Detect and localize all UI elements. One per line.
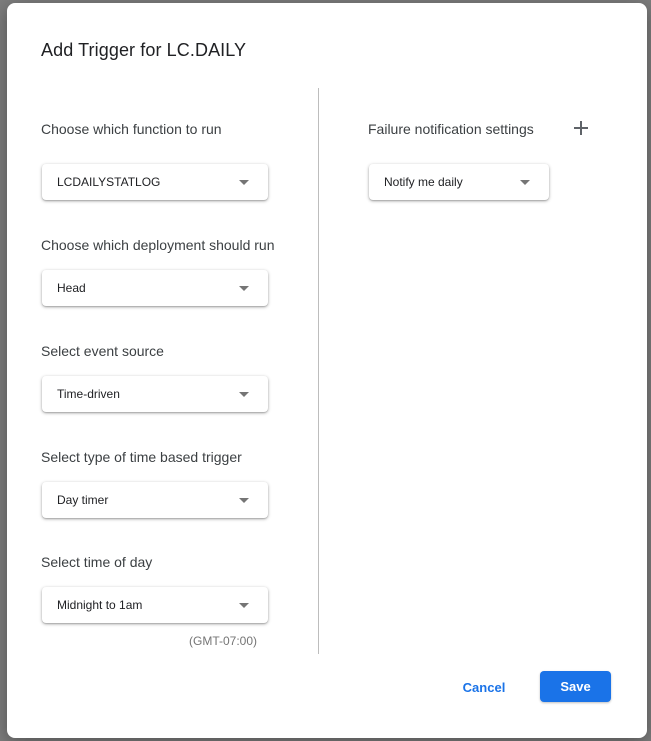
- deployment-label: Choose which deployment should run: [41, 237, 275, 253]
- dialog-title: Add Trigger for LC.DAILY: [41, 40, 247, 60]
- time-of-day-select[interactable]: Midnight to 1am: [42, 587, 268, 623]
- column-divider: [318, 88, 319, 654]
- add-icon[interactable]: [573, 120, 589, 136]
- add-trigger-dialog: Add Trigger for LC.DAILY Choose which fu…: [7, 3, 647, 738]
- function-select[interactable]: LCDAILYSTATLOG: [42, 164, 268, 200]
- time-of-day-select-value: Midnight to 1am: [57, 598, 143, 612]
- function-select-value: LCDAILYSTATLOG: [57, 175, 161, 189]
- trigger-type-select-value: Day timer: [57, 493, 109, 507]
- chevron-down-icon: [520, 180, 530, 185]
- failure-notification-select[interactable]: Notify me daily: [369, 164, 549, 200]
- event-source-select-value: Time-driven: [57, 387, 120, 401]
- function-label: Choose which function to run: [41, 121, 222, 137]
- time-of-day-label: Select time of day: [41, 554, 153, 570]
- deployment-select-value: Head: [57, 281, 86, 295]
- chevron-down-icon: [239, 286, 249, 291]
- failure-notification-value: Notify me daily: [384, 175, 463, 189]
- failure-notification-label: Failure notification settings: [368, 121, 534, 137]
- chevron-down-icon: [239, 180, 249, 185]
- chevron-down-icon: [239, 498, 249, 503]
- deployment-select[interactable]: Head: [42, 270, 268, 306]
- event-source-label: Select event source: [41, 343, 164, 359]
- timezone-note: (GMT-07:00): [189, 634, 258, 648]
- trigger-type-label: Select type of time based trigger: [41, 449, 242, 465]
- event-source-select[interactable]: Time-driven: [42, 376, 268, 412]
- trigger-type-select[interactable]: Day timer: [42, 482, 268, 518]
- save-button[interactable]: Save: [540, 671, 611, 702]
- chevron-down-icon: [239, 603, 249, 608]
- cancel-button[interactable]: Cancel: [453, 673, 515, 703]
- chevron-down-icon: [239, 392, 249, 397]
